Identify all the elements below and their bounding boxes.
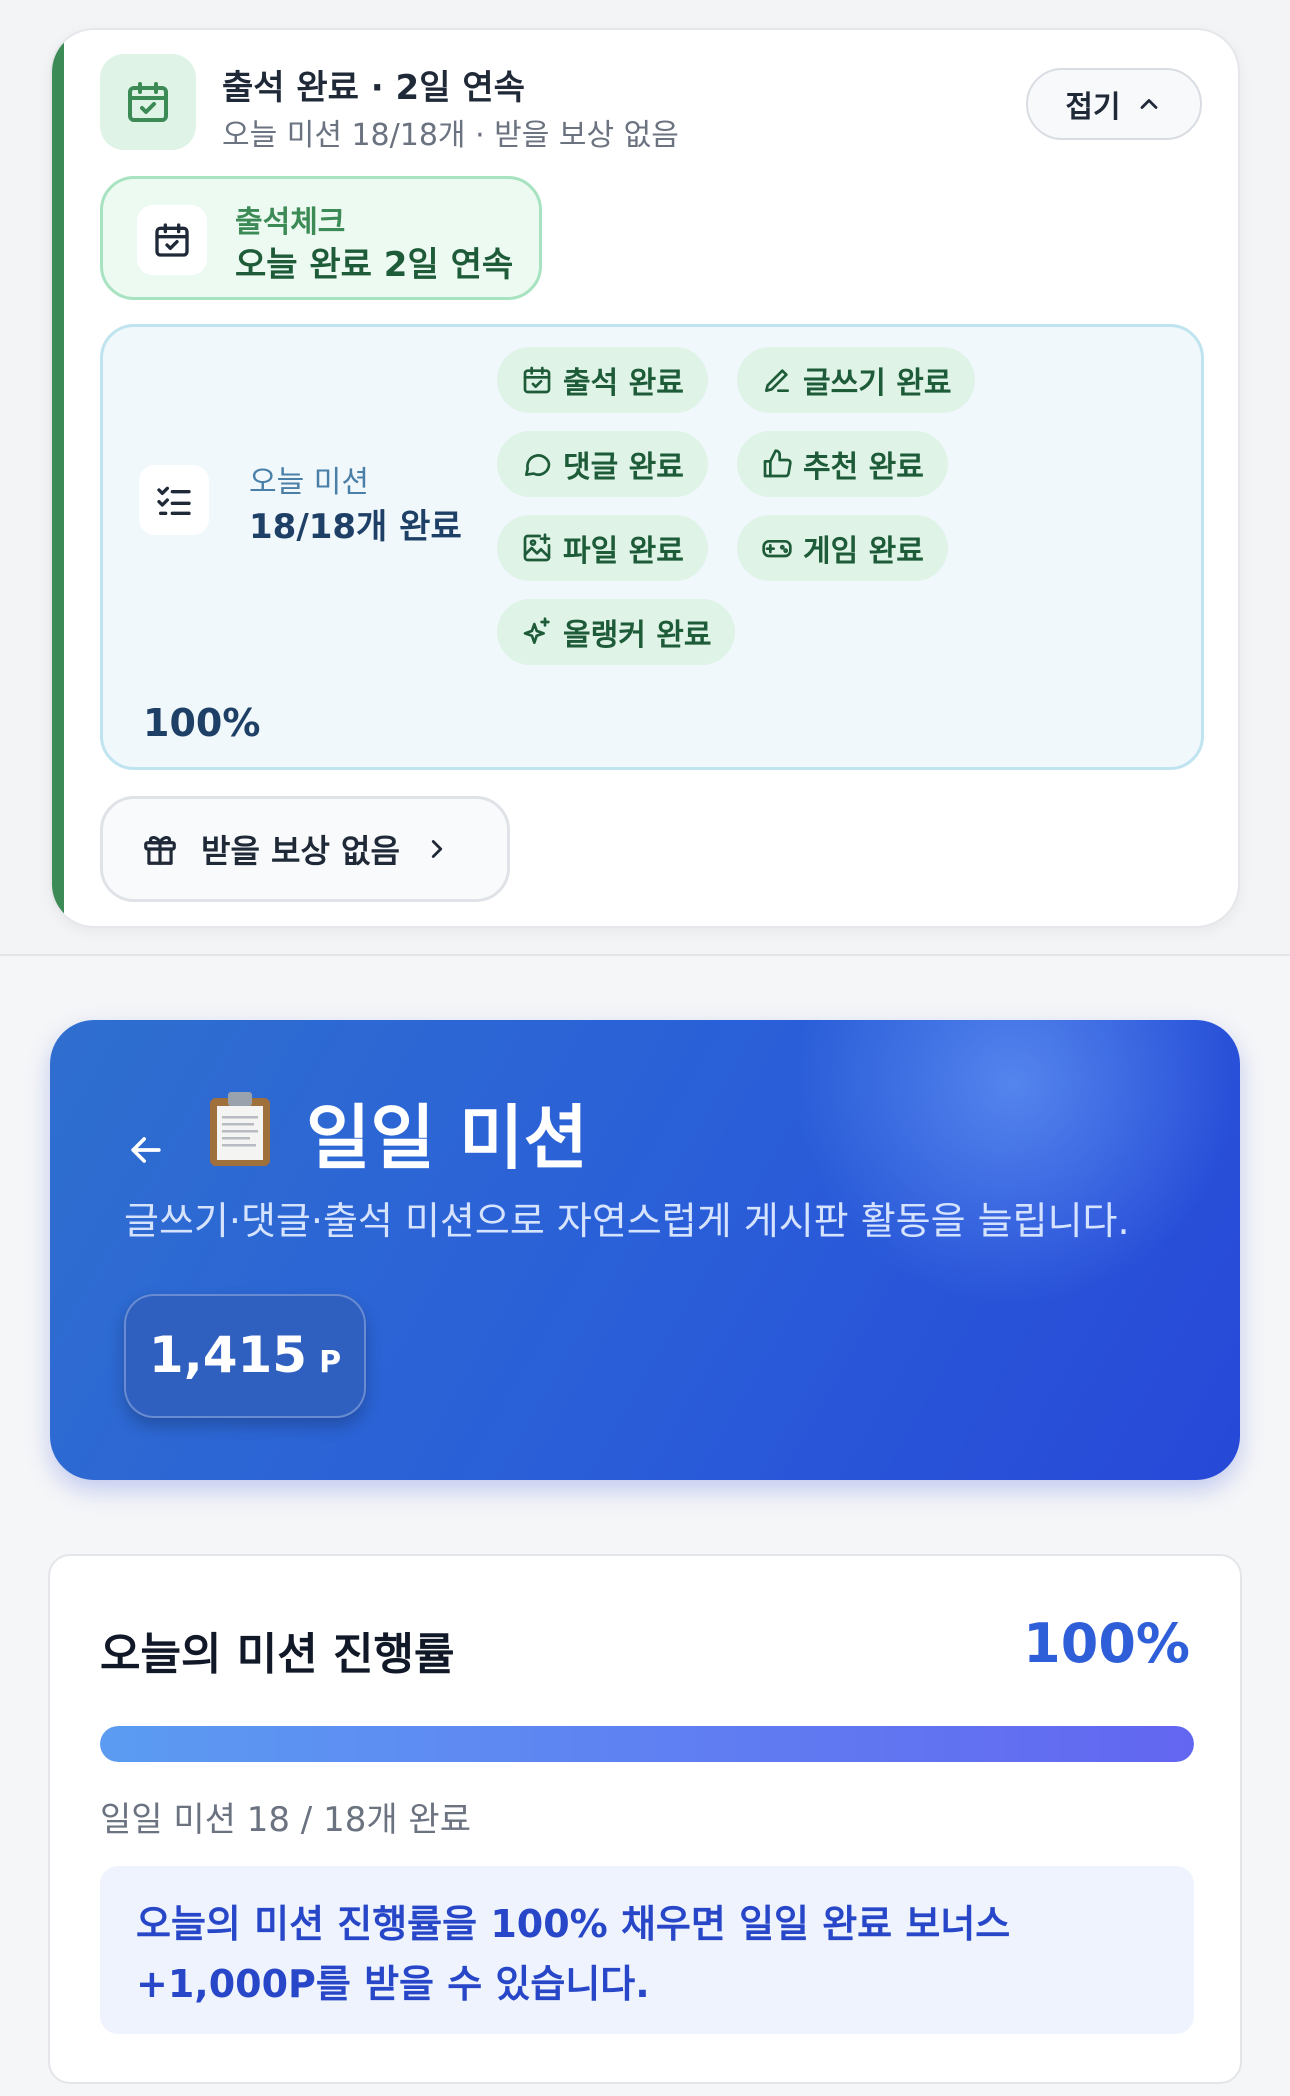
today-missions-label: 오늘 미션 [249,465,369,500]
progress-title: 오늘의 미션 진행률 [100,1629,455,1680]
today-missions-box: 오늘 미션 18/18개 완료 100% 출석 완료 글쓰기 완료 댓글 완료 … [100,324,1204,770]
thumbs-up-icon [763,449,792,478]
progress-count: 일일 미션 18 / 18개 완료 [100,1800,471,1840]
calendar-check-icon [523,366,551,394]
attendance-check-label: 출석체크 [235,205,346,240]
attendance-section: 출석 완료 · 2일 연속 오늘 미션 18/18개 · 받을 보상 없음 접기… [0,0,1290,956]
daily-mission-hero: 일일 미션 글쓰기·댓글·출석 미션으로 자연스럽게 게시판 활동을 늘립니다.… [50,1020,1240,1480]
calendar-check-icon [137,205,207,275]
attendance-subtitle: 오늘 미션 18/18개 · 받을 보상 없음 [222,118,679,153]
attendance-card: 출석 완료 · 2일 연속 오늘 미션 18/18개 · 받을 보상 없음 접기… [50,28,1240,928]
sparkle-icon [523,617,550,644]
checklist-icon [139,465,209,535]
mission-chip-game: 게임 완료 [737,515,948,581]
progress-bar [100,1726,1194,1762]
speech-bubble-icon [525,454,551,476]
mission-chip-label: 글쓰기 완료 [803,366,952,401]
back-arrow-icon[interactable] [124,1128,168,1176]
progress-bar-fill [100,1726,1194,1762]
image-upload-icon [523,533,551,562]
mission-chip-recommend: 추천 완료 [737,431,948,497]
chevron-right-icon [431,840,443,858]
mission-chip-file: 파일 완료 [497,515,708,581]
bonus-note-line-1: 오늘의 미션 진행률을 100% 채우면 일일 완료 보너스 [136,1902,1011,1946]
mission-chip-label: 댓글 완료 [563,450,684,485]
reward-button[interactable]: 받을 보상 없음 [100,796,510,902]
fold-button-label: 접기 [1065,90,1121,125]
bonus-note-line-2: +1,000P를 받을 수 있습니다. [136,1962,650,2006]
hero-title: 일일 미션 [306,1097,588,1179]
mission-chip-label: 출석 완료 [563,366,684,401]
clipboard-icon [208,1090,272,1168]
attendance-check-value: 오늘 완료 2일 연속 [235,245,514,285]
points-badge: 1,415 P [124,1294,366,1418]
mission-chip-label: 파일 완료 [563,534,684,569]
mission-chip-allranker: 올랭커 완료 [497,599,736,665]
bonus-note: 오늘의 미션 진행률을 100% 채우면 일일 완료 보너스 +1,000P를 … [100,1866,1194,2034]
mission-chip-writing: 글쓰기 완료 [737,347,976,413]
points-unit: P [319,1345,342,1380]
mission-chip-label: 추천 완료 [803,450,924,485]
mission-chip-attendance: 출석 완료 [497,347,708,413]
mission-chip-label: 게임 완료 [803,534,924,569]
mission-progress-card: 오늘의 미션 진행률 100% 일일 미션 18 / 18개 완료 오늘의 미션… [48,1554,1242,2084]
pencil-icon [765,369,789,392]
attendance-title: 출석 완료 · 2일 연속 [222,68,525,108]
points-value: 1,415 [148,1326,308,1384]
today-missions-percent: 100% [143,701,261,745]
mission-chip-comment: 댓글 완료 [497,431,708,497]
attendance-check-pill[interactable]: 출석체크 오늘 완료 2일 연속 [100,176,542,300]
gift-icon [144,836,176,865]
chevron-up-icon [1140,99,1157,109]
today-missions-value: 18/18개 완료 [249,507,462,547]
reward-button-label: 받을 보상 없음 [201,832,400,870]
gamepad-icon [762,540,792,558]
calendar-check-icon [100,54,196,150]
fold-button[interactable]: 접기 [1026,68,1202,140]
mission-chip-label: 올랭커 완료 [563,618,712,653]
progress-percent: 100% [1023,1612,1190,1675]
hero-description: 글쓰기·댓글·출석 미션으로 자연스럽게 게시판 활동을 늘립니다. [124,1199,1130,1243]
